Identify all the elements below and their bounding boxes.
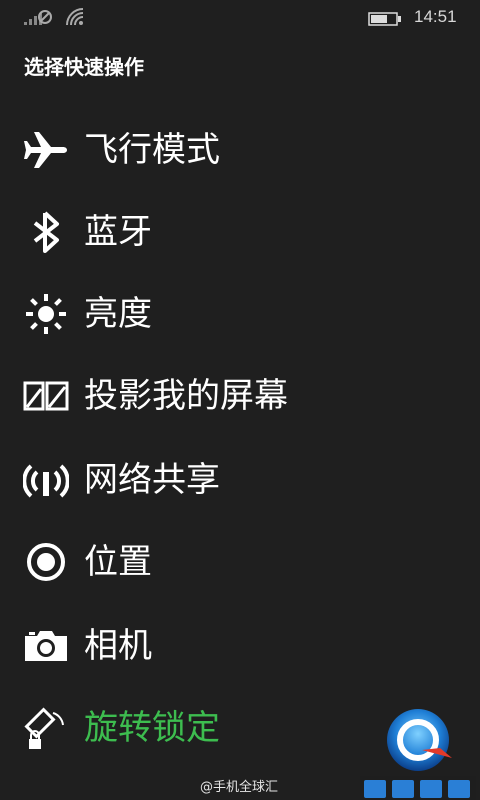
action-label: 投影我的屏幕	[84, 376, 288, 416]
camera-icon	[22, 622, 70, 670]
bluetooth-icon	[22, 208, 70, 256]
watermark-text: @手机全球汇	[200, 780, 279, 795]
airplane-icon	[22, 126, 70, 174]
action-label: 飞行模式	[84, 130, 220, 170]
location-icon	[22, 538, 70, 586]
watermark-logo	[360, 706, 476, 800]
clock: 14:51	[414, 7, 457, 26]
action-label: 位置	[84, 542, 152, 582]
action-internet-sharing[interactable]: 网络共享	[0, 448, 480, 512]
action-airplane-mode[interactable]: 飞行模式	[0, 118, 480, 182]
brightness-icon	[22, 290, 70, 338]
status-bar: 14:51	[0, 0, 480, 34]
action-label: 网络共享	[84, 460, 220, 500]
action-location[interactable]: 位置	[0, 530, 480, 594]
rotation-lock-icon	[22, 704, 70, 752]
page-title: 选择快速操作	[24, 55, 144, 79]
internet-sharing-icon	[22, 456, 70, 504]
action-label: 蓝牙	[84, 212, 152, 252]
quick-actions-screen: 14:51 选择快速操作 飞行模式 蓝牙 亮度 投影我的屏幕 网络共享 位置 相…	[0, 0, 480, 800]
project-screen-icon	[22, 372, 70, 420]
action-project-my-screen[interactable]: 投影我的屏幕	[0, 364, 480, 428]
action-brightness[interactable]: 亮度	[0, 282, 480, 346]
action-bluetooth[interactable]: 蓝牙	[0, 200, 480, 264]
wifi-icon	[65, 7, 85, 31]
action-label: 亮度	[84, 294, 152, 334]
no-signal-icon	[24, 8, 54, 30]
action-label: 相机	[84, 626, 152, 666]
battery-icon	[368, 11, 402, 30]
action-label: 旋转锁定	[84, 708, 220, 748]
action-camera[interactable]: 相机	[0, 614, 480, 678]
